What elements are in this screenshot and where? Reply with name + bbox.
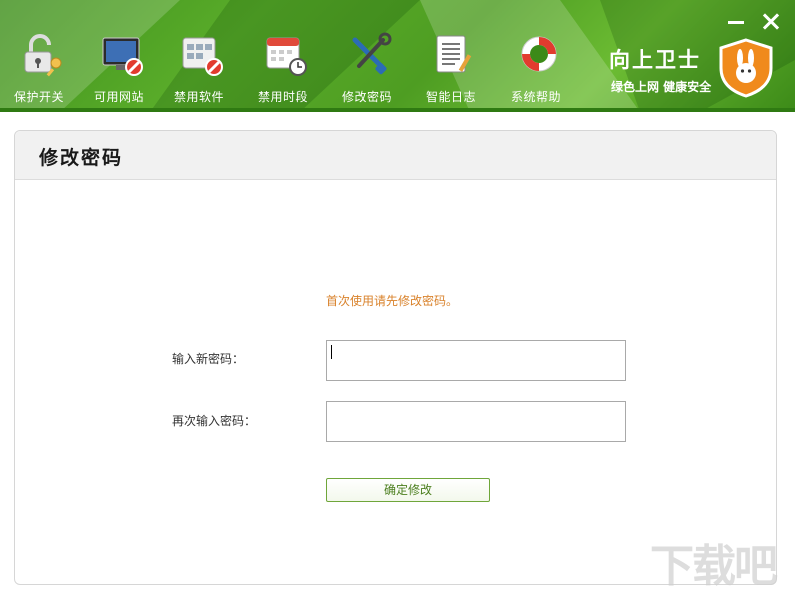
toolbar-item-blocked-software[interactable]: 禁用软件 <box>160 28 238 106</box>
log-document-icon <box>436 35 472 73</box>
app-header: 保护开关 可用网站 禁用软件 禁用时段 修改密码 智能日志 系统帮助 向上卫士 … <box>0 0 795 112</box>
toolbar-item-smart-log[interactable]: 智能日志 <box>412 28 490 106</box>
page-title: 修改密码 <box>39 147 124 169</box>
toolbar-item-protection-switch[interactable]: 保护开关 <box>0 28 78 106</box>
brand-block: 向上卫士 绿色上网 健康安全 <box>605 38 785 102</box>
panel-header: 修改密码 <box>15 131 776 180</box>
brand-name: 向上卫士 <box>609 48 701 72</box>
toolbar-item-label: 修改密码 <box>341 90 392 104</box>
toolbar-item-label: 系统帮助 <box>510 90 561 104</box>
toolbar-item-system-help[interactable]: 系统帮助 <box>497 28 575 106</box>
toolbar-item-label: 保护开关 <box>13 90 64 104</box>
lifebuoy-icon <box>521 36 557 72</box>
toolbar-item-blocked-time[interactable]: 禁用时段 <box>244 28 322 106</box>
toolbar-item-allowed-sites[interactable]: 可用网站 <box>80 28 158 106</box>
new-password-input[interactable] <box>326 340 626 381</box>
brand-slogan: 绿色上网 健康安全 <box>611 80 712 94</box>
minimize-button[interactable] <box>722 8 748 34</box>
toolbar-item-label: 禁用时段 <box>257 90 308 104</box>
apps-blocked-icon <box>182 37 223 76</box>
header-divider <box>0 108 795 112</box>
unlock-key-icon <box>24 34 62 77</box>
confirm-password-input[interactable] <box>326 401 626 442</box>
confirm-change-button[interactable]: 确定修改 <box>326 478 490 502</box>
toolbar-item-label: 智能日志 <box>425 90 476 104</box>
tools-icon <box>352 32 392 75</box>
text-caret <box>331 345 332 359</box>
watermark: 下载吧 <box>650 541 778 592</box>
first-use-notice: 首次使用请先修改密码。 <box>326 294 459 308</box>
rabbit-shield-icon <box>719 38 773 98</box>
new-password-label: 输入新密码： <box>172 352 245 366</box>
monitor-blocked-icon <box>102 37 143 76</box>
toolbar-item-label: 禁用软件 <box>173 90 224 104</box>
calendar-clock-icon <box>266 37 307 76</box>
confirm-password-label: 再次输入密码： <box>172 414 257 428</box>
toolbar-item-label: 可用网站 <box>93 90 144 104</box>
toolbar-item-change-password[interactable]: 修改密码 <box>328 28 406 106</box>
close-button[interactable] <box>758 8 784 34</box>
